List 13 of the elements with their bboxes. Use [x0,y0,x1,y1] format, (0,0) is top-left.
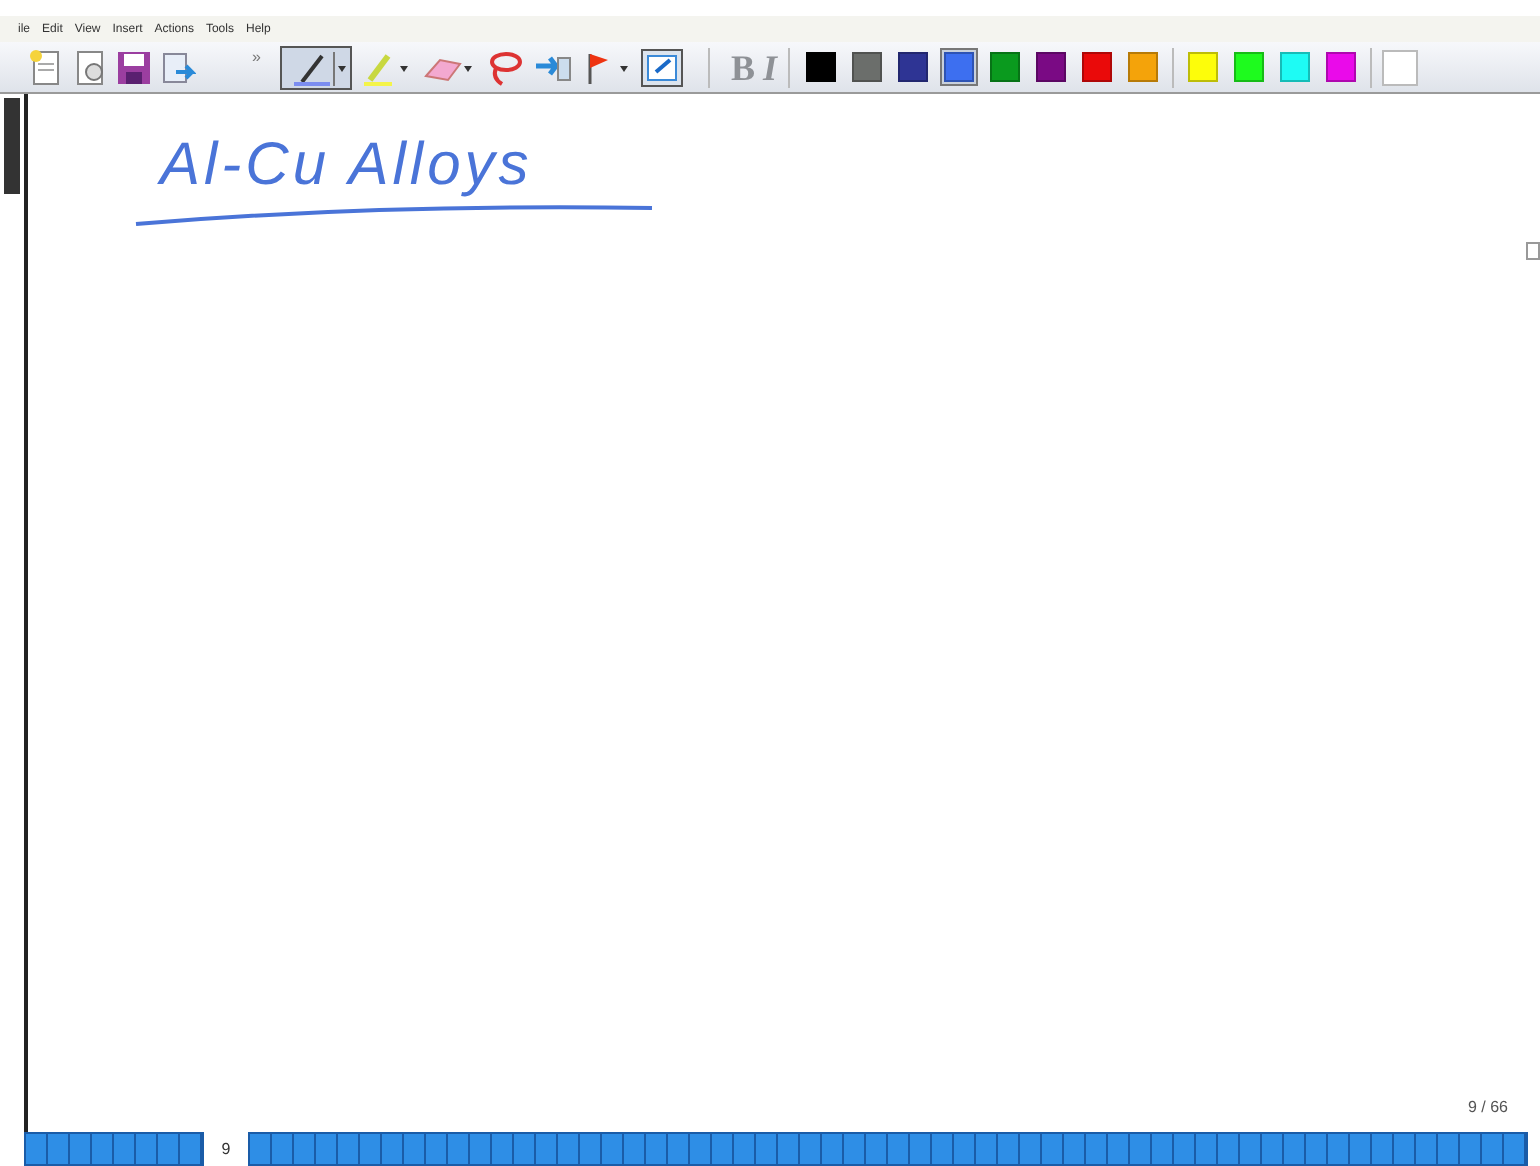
lasso-icon[interactable] [484,47,525,87]
new-page-icon[interactable] [28,47,64,87]
open-document-icon[interactable] [72,47,108,87]
handwritten-title: Al-Cu Alloys [160,134,533,198]
save-icon[interactable] [116,49,152,85]
window-edge [4,98,20,194]
current-page-number: 9 [219,1138,233,1162]
no-color-swatch[interactable] [1382,49,1419,85]
page-view-icon[interactable] [640,47,685,87]
underline-stroke[interactable] [132,200,656,228]
page-counter: 9 / 66 [1467,1096,1508,1120]
toolbar-overflow-button[interactable]: » [252,46,261,70]
pen-button[interactable] [280,45,353,89]
